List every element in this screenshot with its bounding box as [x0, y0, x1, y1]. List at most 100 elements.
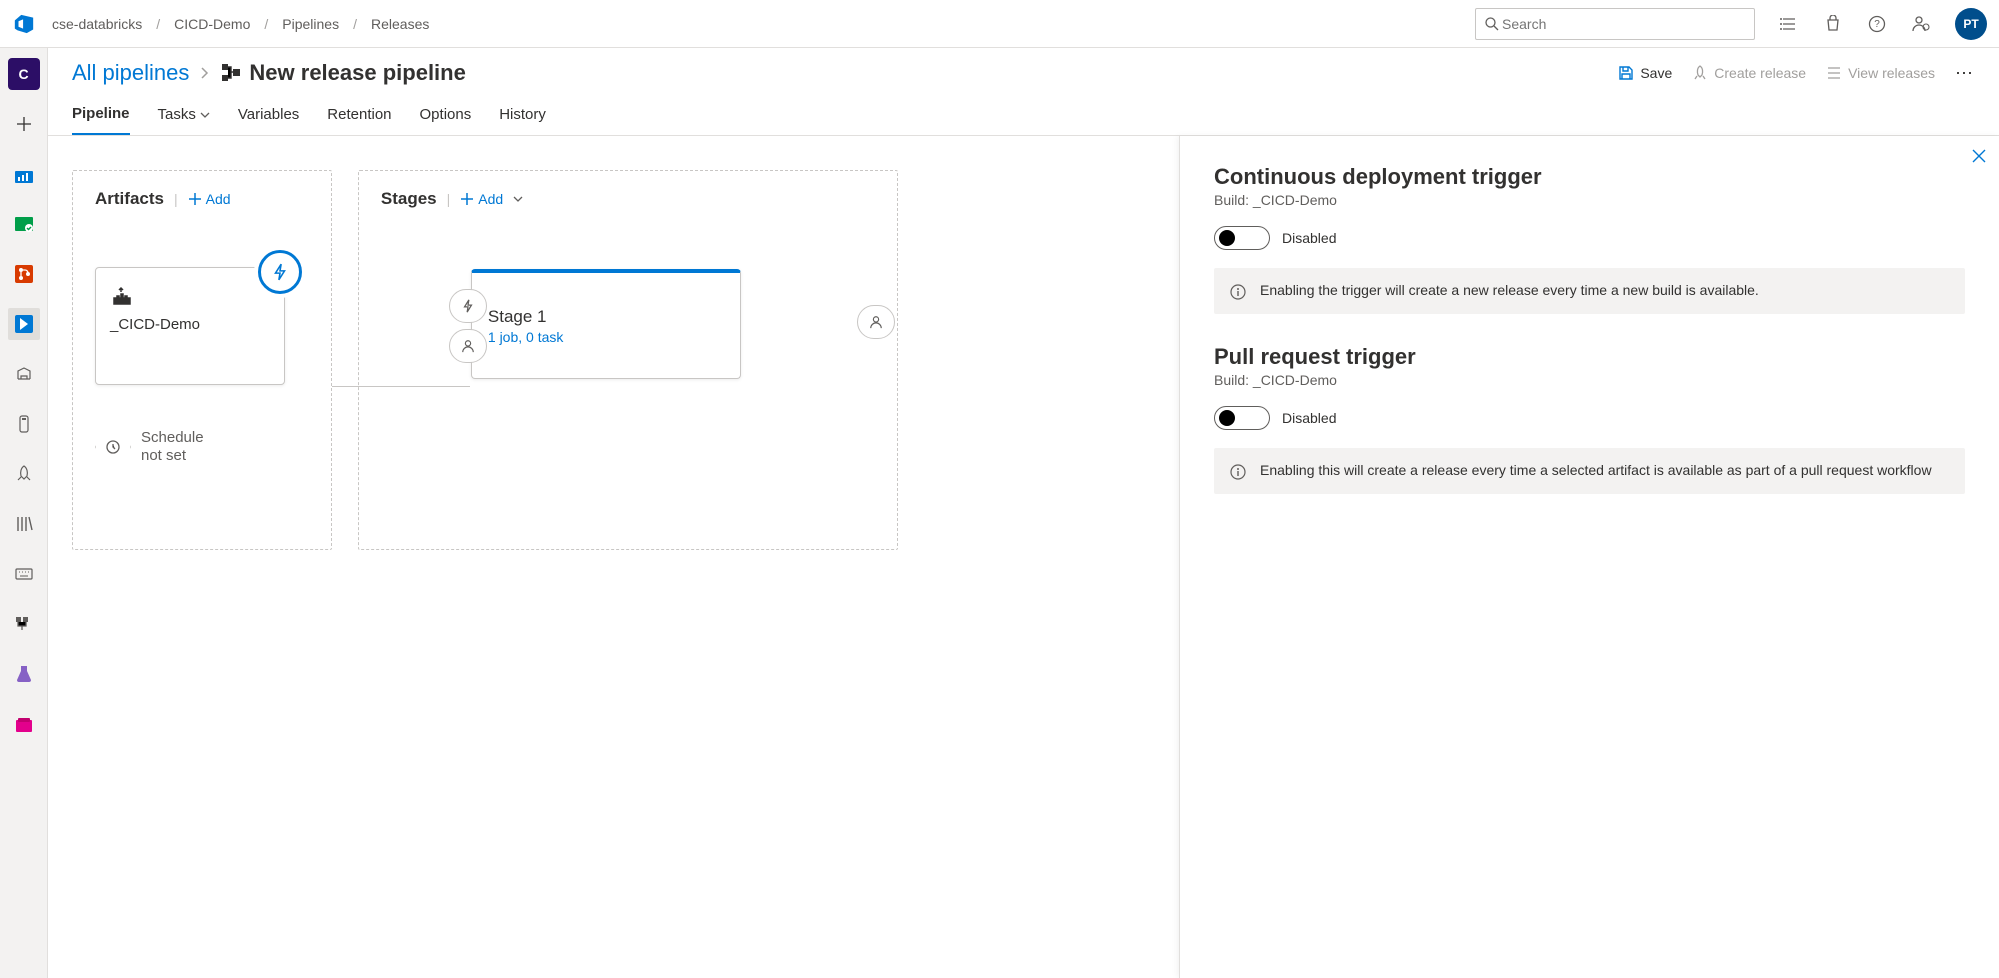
post-deploy-approver-button[interactable]	[857, 305, 895, 339]
plus-icon	[460, 192, 474, 206]
add-artifact-button[interactable]: Add	[188, 191, 231, 207]
pr-trigger-title: Pull request trigger	[1214, 344, 1965, 370]
info-icon	[1230, 464, 1246, 480]
artifacts-title: Artifacts	[95, 189, 164, 209]
page-subheader: All pipelines New release pipeline Save	[48, 48, 1999, 86]
lightning-icon	[461, 299, 475, 313]
pr-trigger-toggle[interactable]	[1214, 406, 1270, 430]
parent-link[interactable]: All pipelines	[72, 60, 189, 86]
pr-trigger-subtitle: Build: _CICD-Demo	[1214, 372, 1965, 388]
clock-icon	[95, 429, 131, 465]
page-title: New release pipeline	[249, 60, 465, 86]
tab-retention[interactable]: Retention	[327, 94, 391, 135]
artifact-name: _CICD-Demo	[110, 316, 270, 333]
view-releases-button: View releases	[1826, 65, 1935, 81]
more-actions-button[interactable]: ⋯	[1955, 63, 1975, 84]
project-tile[interactable]: C	[8, 58, 40, 90]
stage-jobs-link[interactable]: 1 job, 0 task	[488, 329, 564, 345]
schedule-trigger[interactable]: Schedule not set	[95, 429, 309, 465]
post-deploy-conditions	[857, 305, 895, 339]
pre-deploy-approver-button[interactable]	[449, 329, 487, 363]
azure-devops-logo-icon[interactable]	[12, 12, 36, 36]
tab-tasks-label: Tasks	[158, 106, 196, 123]
library-icon[interactable]	[8, 508, 40, 540]
breadcrumb-separator: /	[353, 16, 357, 32]
page-actions: Save Create release View releases ⋯	[1618, 63, 1975, 84]
rocket-icon	[1692, 65, 1708, 81]
cd-info-text: Enabling the trigger will create a new r…	[1260, 282, 1759, 298]
cd-info-box: Enabling the trigger will create a new r…	[1214, 268, 1965, 314]
pr-info-box: Enabling this will create a release ever…	[1214, 448, 1965, 494]
artifact-card[interactable]: _CICD-Demo	[95, 267, 285, 385]
close-panel-button[interactable]	[1971, 148, 1987, 164]
cd-trigger-badge[interactable]	[258, 250, 302, 294]
info-icon	[1230, 284, 1246, 300]
tab-options[interactable]: Options	[420, 94, 472, 135]
tab-bar: Pipeline Tasks Variables Retention Optio…	[48, 94, 1999, 136]
pipelines-icon[interactable]	[8, 308, 40, 340]
artifacts-icon[interactable]	[8, 708, 40, 740]
cd-trigger-subtitle: Build: _CICD-Demo	[1214, 192, 1965, 208]
close-icon	[1971, 148, 1987, 164]
cd-trigger-toggle[interactable]	[1214, 226, 1270, 250]
rocket-icon[interactable]	[8, 458, 40, 490]
stage-card[interactable]: Stage 1 1 job, 0 task	[471, 269, 741, 379]
top-icons: ? PT	[1779, 8, 1987, 40]
artifacts-zone: Artifacts | Add _CICD-Demo	[72, 170, 332, 550]
top-bar: cse-databricks / CICD-Demo / Pipelines /…	[0, 0, 1999, 48]
person-icon	[461, 339, 475, 353]
breadcrumb-sub[interactable]: Releases	[371, 16, 429, 32]
beaker-icon[interactable]	[8, 658, 40, 690]
overview-icon[interactable]	[8, 158, 40, 190]
repos-icon[interactable]	[8, 258, 40, 290]
pre-deploy-conditions	[449, 283, 487, 369]
add-stage-label: Add	[478, 191, 503, 207]
breadcrumbs: cse-databricks / CICD-Demo / Pipelines /…	[52, 16, 429, 32]
breadcrumb-project[interactable]: CICD-Demo	[174, 16, 250, 32]
help-icon[interactable]: ?	[1867, 14, 1887, 34]
search-input[interactable]	[1500, 15, 1746, 33]
tab-variables[interactable]: Variables	[238, 94, 299, 135]
list-icon[interactable]	[1779, 14, 1799, 34]
tab-tasks[interactable]: Tasks	[158, 94, 210, 135]
save-button[interactable]: Save	[1618, 65, 1672, 81]
trigger-panel: Continuous deployment trigger Build: _CI…	[1179, 136, 1999, 978]
stage-name: Stage 1	[488, 307, 564, 327]
breadcrumb-separator: /	[156, 16, 160, 32]
avatar[interactable]: PT	[1955, 8, 1987, 40]
pipeline-canvas: Artifacts | Add _CICD-Demo	[48, 136, 1179, 978]
add-artifact-label: Add	[206, 191, 231, 207]
person-icon	[869, 315, 883, 329]
cd-trigger-title: Continuous deployment trigger	[1214, 164, 1965, 190]
schedule-text: Schedule not set	[141, 429, 204, 465]
save-label: Save	[1640, 65, 1672, 81]
taskgroups-icon[interactable]	[8, 608, 40, 640]
chevron-down-icon[interactable]	[513, 194, 523, 204]
environments-icon[interactable]	[8, 358, 40, 390]
left-rail: C	[0, 48, 48, 978]
breadcrumb-separator: /	[264, 16, 268, 32]
breadcrumb-org[interactable]: cse-databricks	[52, 16, 142, 32]
chevron-right-icon	[199, 67, 211, 79]
pr-info-text: Enabling this will create a release ever…	[1260, 462, 1932, 478]
build-artifact-icon	[110, 284, 134, 308]
add-icon[interactable]	[8, 108, 40, 140]
marketplace-icon[interactable]	[1823, 14, 1843, 34]
chevron-down-icon	[200, 110, 210, 120]
search-icon	[1484, 16, 1500, 32]
breadcrumb-area[interactable]: Pipelines	[282, 16, 339, 32]
add-stage-button[interactable]: Add	[460, 191, 503, 207]
stages-zone: Stages | Add	[358, 170, 898, 550]
pr-trigger-state: Disabled	[1282, 410, 1336, 426]
plus-icon	[188, 192, 202, 206]
pre-deploy-trigger-button[interactable]	[449, 289, 487, 323]
testplans-icon[interactable]	[8, 408, 40, 440]
user-settings-icon[interactable]	[1911, 14, 1931, 34]
tab-history[interactable]: History	[499, 94, 546, 135]
boards-icon[interactable]	[8, 208, 40, 240]
tab-pipeline[interactable]: Pipeline	[72, 94, 130, 135]
keyboard-icon[interactable]	[8, 558, 40, 590]
stages-title: Stages	[381, 189, 437, 209]
create-release-label: Create release	[1714, 65, 1806, 81]
search-box[interactable]	[1475, 8, 1755, 40]
